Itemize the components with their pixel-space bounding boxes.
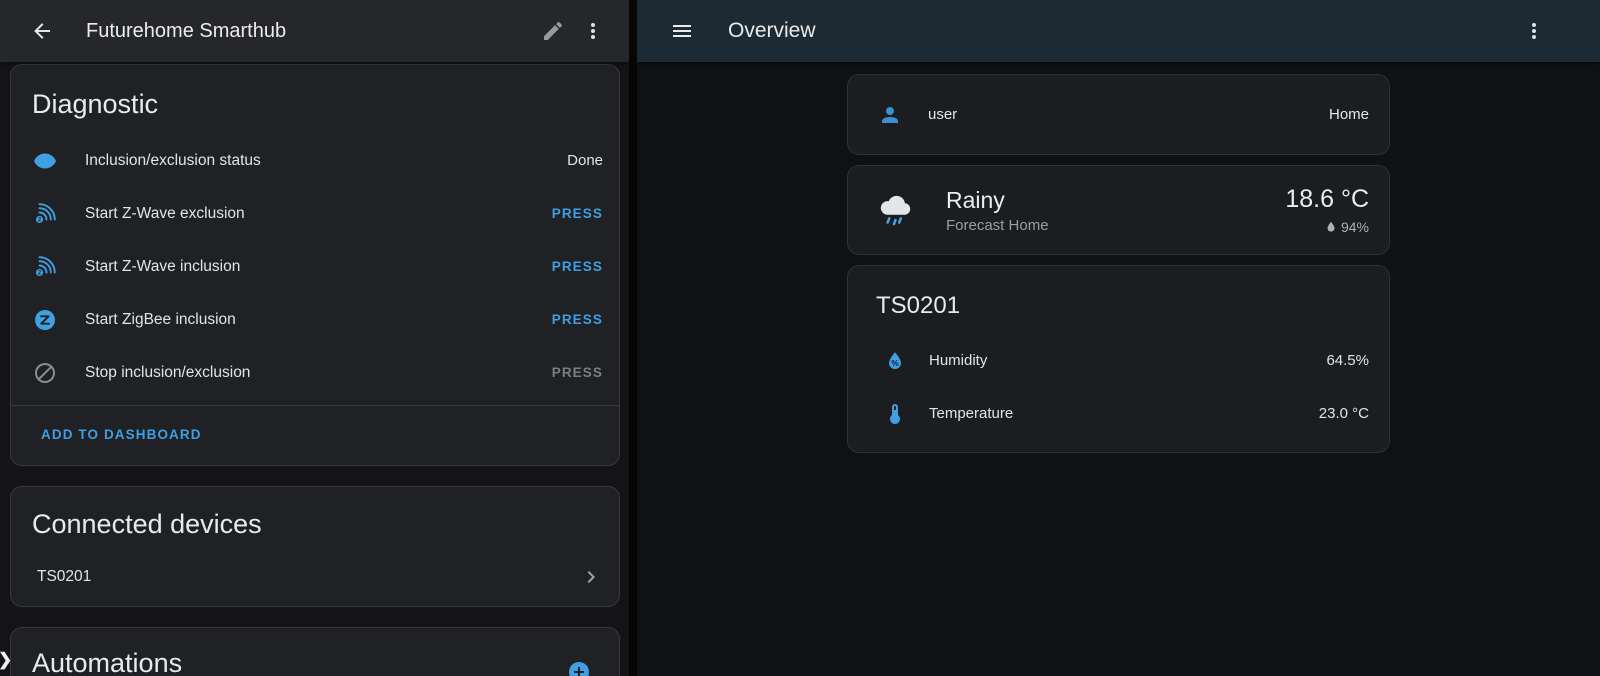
temperature-label: Temperature	[929, 405, 1013, 422]
pencil-icon	[541, 19, 565, 43]
device-entities-card: TS0201 % Humidity 64.5% Tempe	[847, 265, 1390, 453]
device-name: TS0201	[37, 568, 91, 586]
inclusion-status-label: Inclusion/exclusion status	[85, 152, 261, 170]
sidebar-menu-button[interactable]	[662, 11, 702, 51]
automations-card: Automations	[10, 627, 620, 676]
weather-forecast-card[interactable]: Rainy Forecast Home 18.6 °C 94%	[847, 165, 1390, 255]
temperature-row[interactable]: Temperature 23.0 °C	[848, 387, 1389, 440]
temperature-value: 23.0 °C	[1319, 405, 1369, 422]
zigbee-icon	[33, 308, 57, 332]
diagnostic-card: Diagnostic Inclusion/exclusion status Do…	[10, 64, 620, 466]
hamburger-menu-icon	[670, 19, 694, 43]
inclusion-status-row: Inclusion/exclusion status Done	[11, 134, 619, 187]
right-app-bar: Overview	[637, 0, 1600, 62]
person-name: user	[928, 106, 957, 123]
zwave-inclusion-row: 2 Start Z-Wave inclusion PRESS	[11, 240, 619, 293]
z-wave-icon: 2	[33, 202, 57, 226]
zwave-exclusion-label: Start Z-Wave exclusion	[85, 205, 245, 223]
overview-panel: Overview user Home	[637, 0, 1600, 676]
account-icon	[878, 103, 902, 127]
humidity-value: 64.5%	[1326, 352, 1369, 369]
weather-rainy-icon	[874, 189, 916, 231]
person-entity-card[interactable]: user Home	[847, 74, 1390, 155]
inclusion-status-value: Done	[567, 152, 603, 169]
weather-values-block: 18.6 °C 94%	[1285, 185, 1369, 235]
stop-inclusion-press-button: PRESS	[552, 365, 603, 380]
connected-devices-card: Connected devices TS0201	[10, 486, 620, 607]
weather-text-block: Rainy Forecast Home	[946, 187, 1049, 234]
panel-divider	[629, 0, 637, 676]
left-app-bar: Futurehome Smarthub	[0, 0, 629, 62]
weather-condition: Rainy	[946, 187, 1049, 214]
arrow-left-icon	[30, 19, 54, 43]
water-percent-icon: %	[883, 349, 907, 373]
humidity-row[interactable]: % Humidity 64.5%	[848, 334, 1389, 387]
connected-device-row[interactable]: TS0201	[11, 550, 619, 604]
stop-inclusion-row: Stop inclusion/exclusion PRESS	[11, 346, 619, 399]
device-settings-panel: Futurehome Smarthub Diagnostic	[0, 0, 629, 676]
water-drop-icon	[1324, 220, 1338, 234]
zwave-exclusion-press-button[interactable]: PRESS	[552, 206, 603, 221]
chevron-right-icon	[579, 565, 603, 589]
app-window: Futurehome Smarthub Diagnostic	[0, 0, 1600, 676]
add-to-dashboard-button[interactable]: ADD TO DASHBOARD	[11, 406, 222, 465]
zwave-inclusion-press-button[interactable]: PRESS	[552, 259, 603, 274]
humidity-label: Humidity	[929, 352, 987, 369]
back-button[interactable]	[22, 11, 62, 51]
edit-button[interactable]	[533, 11, 573, 51]
weather-temperature: 18.6 °C	[1285, 185, 1369, 214]
dashboard-view: user Home	[847, 74, 1390, 463]
thermometer-icon	[883, 402, 907, 426]
plus-circle-icon	[567, 660, 591, 676]
z-wave-icon: 2	[33, 255, 57, 279]
zigbee-inclusion-press-button[interactable]: PRESS	[552, 312, 603, 327]
zigbee-inclusion-row: Start ZigBee inclusion PRESS	[11, 293, 619, 346]
zwave-exclusion-row: 2 Start Z-Wave exclusion PRESS	[11, 187, 619, 240]
connected-devices-title: Connected devices	[11, 487, 619, 550]
left-overflow-menu-button[interactable]	[573, 11, 613, 51]
dots-vertical-icon	[1522, 19, 1546, 43]
weather-humidity: 94%	[1341, 219, 1369, 235]
diagnostic-card-title: Diagnostic	[11, 65, 619, 134]
cancel-icon	[33, 361, 57, 385]
eye-icon	[33, 149, 57, 173]
zigbee-inclusion-label: Start ZigBee inclusion	[85, 311, 236, 329]
stop-inclusion-label: Stop inclusion/exclusion	[85, 364, 250, 382]
person-state: Home	[1329, 106, 1369, 123]
gesture-hint-arrow: ❯	[0, 650, 12, 670]
zwave-inclusion-label: Start Z-Wave inclusion	[85, 258, 240, 276]
left-page-title: Futurehome Smarthub	[86, 20, 533, 43]
dots-vertical-icon	[581, 19, 605, 43]
sensor-card-title: TS0201	[848, 266, 1389, 334]
automations-title: Automations	[32, 648, 182, 676]
right-overflow-menu-button[interactable]	[1514, 11, 1554, 51]
left-scroll-area[interactable]: Diagnostic Inclusion/exclusion status Do…	[0, 62, 629, 676]
add-automation-button[interactable]	[559, 652, 599, 676]
svg-text:%: %	[891, 358, 899, 368]
right-page-title: Overview	[728, 19, 816, 43]
weather-subtitle: Forecast Home	[946, 217, 1049, 234]
